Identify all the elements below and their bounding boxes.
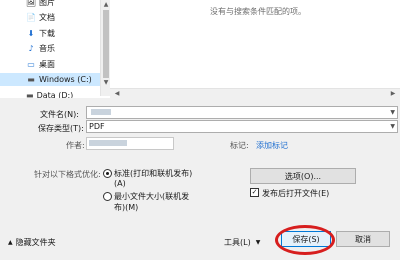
- author-label: 作者:: [66, 141, 85, 150]
- author-input[interactable]: [86, 137, 174, 150]
- optimize-minimum-label-line2[interactable]: 布)(M): [114, 202, 138, 213]
- tags-label: 标记:: [230, 141, 249, 150]
- tools-label: 工具(L): [224, 238, 251, 247]
- add-tags-link[interactable]: 添加标记: [256, 140, 288, 151]
- tools-menu-button[interactable]: 工具(L) ▼: [224, 237, 260, 248]
- nav-item-documents[interactable]: 📄 文档: [0, 11, 100, 24]
- file-list-pane[interactable]: 没有与搜索条件匹配的项。: [110, 0, 400, 88]
- chevron-down-icon[interactable]: ▼: [390, 121, 395, 132]
- optimize-standard-label-line2[interactable]: (A): [114, 179, 126, 188]
- chevron-down-icon: ▼: [255, 239, 261, 246]
- nav-item-pictures[interactable]: 🖼 图片: [0, 0, 100, 9]
- pictures-icon: 🖼: [25, 0, 37, 7]
- filetype-value: PDF: [89, 122, 105, 131]
- music-icon: ♪: [28, 43, 34, 53]
- horizontal-scrollbar[interactable]: ◀ ▶: [110, 88, 400, 98]
- nav-item-label: 桌面: [39, 60, 55, 69]
- filename-label: 文件名(N):: [40, 110, 79, 119]
- navigation-pane: 🖼 图片 📄 文档 ⬇ 下载 ♪ 音乐 ▭ 桌面 ▬ Windows (C:): [0, 0, 112, 88]
- redacted-filename: [91, 109, 111, 115]
- downloads-icon: ⬇: [27, 28, 35, 38]
- optimize-standard-radio[interactable]: [103, 169, 112, 178]
- chevron-down-icon[interactable]: ▼: [390, 107, 395, 118]
- nav-item-label: 文档: [39, 13, 55, 22]
- nav-item-label: 音乐: [39, 44, 55, 53]
- nav-item-music[interactable]: ♪ 音乐: [0, 42, 100, 55]
- hide-folders-toggle[interactable]: ▲ 隐藏文件夹: [8, 237, 56, 248]
- nav-item-label: Windows (C:): [39, 75, 92, 84]
- scroll-thumb[interactable]: [103, 10, 109, 78]
- nav-item-label: 图片: [39, 0, 55, 7]
- hide-folders-label: 隐藏文件夹: [15, 238, 56, 247]
- optimize-standard-label[interactable]: 标准(打印和联机发布): [114, 168, 192, 179]
- nav-item-downloads[interactable]: ⬇ 下载: [0, 27, 100, 40]
- desktop-icon: ▭: [27, 59, 35, 69]
- drive-icon: ▬: [27, 74, 35, 84]
- save-button[interactable]: 保存(S): [281, 231, 331, 247]
- optimize-minimum-label[interactable]: 最小文件大小(联机发: [114, 191, 189, 202]
- options-button[interactable]: 选项(O)...: [250, 168, 356, 184]
- documents-icon: 📄: [26, 12, 36, 22]
- filetype-label: 保存类型(T):: [38, 124, 84, 133]
- open-after-publish-label[interactable]: 发布后打开文件(E): [262, 188, 329, 199]
- redacted-author: [89, 140, 127, 146]
- nav-vertical-scrollbar[interactable]: ▲ ▼: [100, 0, 110, 96]
- nav-item-windows-c[interactable]: ▬ Windows (C:): [0, 73, 100, 86]
- open-after-publish-checkbox[interactable]: ✓: [250, 188, 259, 197]
- filetype-select[interactable]: PDF ▼: [86, 120, 398, 133]
- optimize-minimum-radio[interactable]: [103, 192, 112, 201]
- empty-results-message: 没有与搜索条件匹配的项。: [210, 7, 306, 16]
- save-options-panel: 文件名(N): ▼ 保存类型(T): PDF ▼ 作者: 标记: 添加标记 针对…: [0, 98, 400, 260]
- nav-item-desktop[interactable]: ▭ 桌面: [0, 58, 100, 71]
- optimize-label: 针对以下格式优化:: [34, 170, 101, 179]
- chevron-up-icon: ▲: [8, 239, 13, 246]
- nav-item-label: 下载: [39, 29, 55, 38]
- filename-input[interactable]: ▼: [86, 106, 398, 119]
- cancel-button[interactable]: 取消: [336, 231, 390, 247]
